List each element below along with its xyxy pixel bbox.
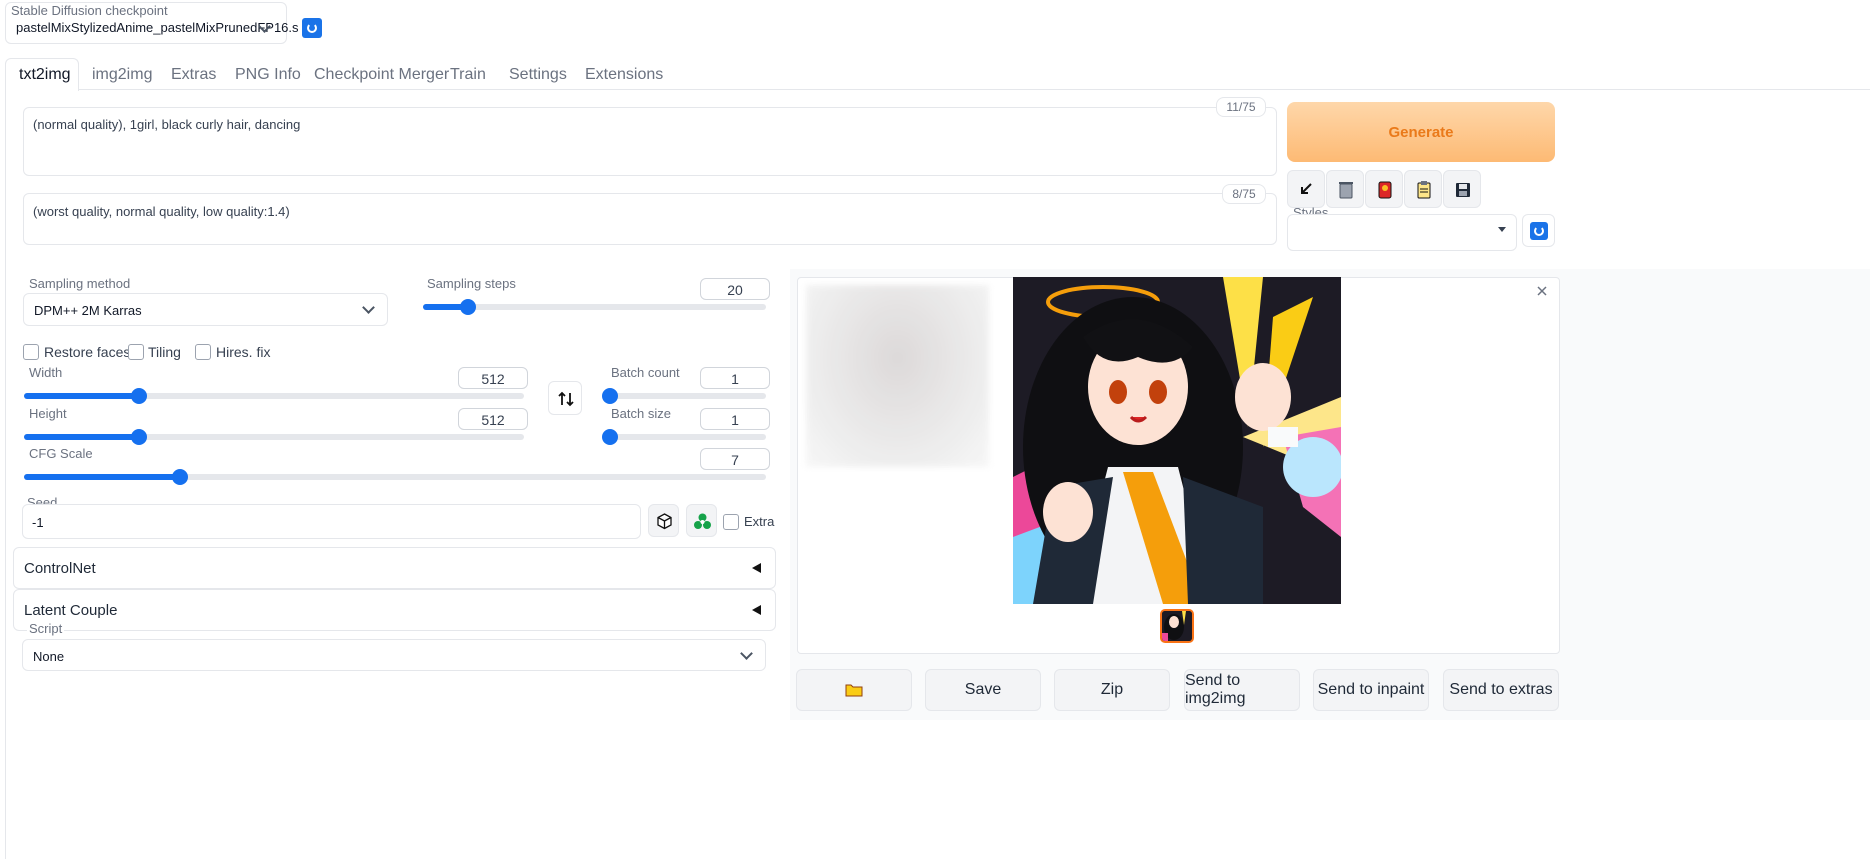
hires-fix-label: Hires. fix bbox=[216, 344, 271, 360]
tab-label-txt2img: txt2img bbox=[19, 66, 71, 83]
width-slider[interactable] bbox=[24, 388, 524, 404]
tab-train[interactable]: Train bbox=[450, 66, 486, 84]
apply-style-button[interactable] bbox=[1404, 170, 1442, 208]
latent-couple-label: Latent Couple bbox=[24, 602, 118, 619]
collapse-triangle-icon bbox=[752, 563, 761, 573]
swap-dimensions-button[interactable] bbox=[548, 381, 582, 415]
close-gallery-icon[interactable] bbox=[1534, 283, 1550, 299]
send-to-extras-button[interactable]: Send to extras bbox=[1443, 669, 1559, 711]
red-card-icon bbox=[1378, 181, 1392, 199]
controlnet-label: ControlNet bbox=[24, 560, 96, 577]
styles-dropdown[interactable] bbox=[1287, 214, 1517, 251]
save-button[interactable]: Save bbox=[925, 669, 1041, 711]
caret-down-icon bbox=[1498, 227, 1506, 232]
read-params-button[interactable] bbox=[1287, 170, 1325, 208]
gallery-thumbnail[interactable] bbox=[1160, 609, 1194, 643]
batch-size-input[interactable]: 1 bbox=[700, 408, 770, 430]
tiling-label: Tiling bbox=[148, 344, 181, 360]
refresh-checkpoint-icon[interactable] bbox=[302, 18, 322, 38]
open-folder-button[interactable] bbox=[796, 669, 912, 711]
generate-button[interactable]: Generate bbox=[1287, 102, 1555, 162]
batch-count-label: Batch count bbox=[611, 365, 680, 380]
refresh-styles-icon bbox=[1529, 221, 1548, 240]
folder-icon bbox=[845, 684, 863, 697]
checkpoint-label: Stable Diffusion checkpoint bbox=[11, 3, 168, 18]
collapse-triangle-icon bbox=[752, 605, 761, 615]
tab-panel-border bbox=[5, 90, 6, 859]
refresh-styles-button[interactable] bbox=[1522, 214, 1555, 247]
zip-button[interactable]: Zip bbox=[1054, 669, 1170, 711]
script-value: None bbox=[33, 649, 65, 664]
seed-input[interactable]: -1 bbox=[22, 504, 641, 539]
cfg-scale-input[interactable]: 7 bbox=[700, 448, 770, 470]
controlnet-accordion[interactable]: ControlNet bbox=[13, 547, 776, 589]
tab-img2img[interactable]: img2img bbox=[92, 66, 152, 84]
checkpoint-value: pastelMixStylizedAnime_pastelMixPrunedFP… bbox=[16, 20, 299, 35]
cfg-scale-label: CFG Scale bbox=[29, 446, 93, 461]
batch-size-label: Batch size bbox=[611, 406, 671, 421]
batch-size-slider[interactable] bbox=[602, 429, 766, 445]
seed-value: -1 bbox=[32, 515, 44, 530]
negative-prompt-textarea[interactable]: (worst quality, normal quality, low qual… bbox=[23, 193, 1277, 245]
sampling-method-label: Sampling method bbox=[29, 276, 131, 291]
restore-faces-label: Restore faces bbox=[44, 344, 131, 360]
height-input[interactable]: 512 bbox=[458, 408, 528, 430]
clear-prompt-button[interactable] bbox=[1326, 170, 1364, 208]
dice-icon bbox=[657, 513, 672, 530]
cfg-scale-slider[interactable] bbox=[24, 469, 766, 485]
checkpoint-dropdown[interactable]: pastelMixStylizedAnime_pastelMixPrunedFP… bbox=[11, 19, 299, 39]
tab-extensions[interactable]: Extensions bbox=[585, 66, 663, 84]
width-input[interactable]: 512 bbox=[458, 367, 528, 389]
generate-label: Generate bbox=[1388, 123, 1454, 141]
random-seed-button[interactable] bbox=[648, 504, 679, 537]
sampling-method-dropdown[interactable]: DPM++ 2M Karras bbox=[23, 293, 388, 326]
blurred-preview-image bbox=[806, 285, 989, 467]
tiling-checkbox[interactable] bbox=[128, 344, 144, 360]
seed-extra-checkbox[interactable] bbox=[723, 514, 739, 530]
swap-arrows-icon bbox=[558, 391, 574, 407]
height-slider[interactable] bbox=[24, 429, 524, 445]
sampling-method-value: DPM++ 2M Karras bbox=[34, 303, 142, 318]
tab-settings[interactable]: Settings bbox=[509, 66, 567, 84]
clipboard-icon bbox=[1417, 181, 1431, 199]
extra-networks-button[interactable] bbox=[1365, 170, 1403, 208]
seed-extra-label: Extra bbox=[744, 514, 775, 529]
send-to-img2img-button[interactable]: Send to img2img bbox=[1184, 669, 1300, 711]
tab-extras[interactable]: Extras bbox=[171, 66, 216, 84]
negative-prompt-text: (worst quality, normal quality, low qual… bbox=[33, 204, 290, 219]
prompt-textarea[interactable]: (normal quality), 1girl, black curly hai… bbox=[23, 107, 1277, 176]
script-dropdown[interactable]: None bbox=[22, 639, 766, 671]
chevron-down-icon bbox=[362, 301, 375, 314]
tab-checkpoint-merger[interactable]: Checkpoint Merger bbox=[314, 66, 449, 84]
chevron-down-icon bbox=[740, 647, 753, 660]
height-label: Height bbox=[29, 406, 67, 421]
anime-girl-artwork bbox=[1013, 277, 1341, 604]
sampling-steps-input[interactable]: 20 bbox=[700, 278, 770, 300]
batch-count-slider[interactable] bbox=[602, 388, 766, 404]
negative-token-counter: 8/75 bbox=[1222, 184, 1266, 204]
restore-faces-checkbox[interactable] bbox=[23, 344, 39, 360]
send-to-inpaint-button[interactable]: Send to inpaint bbox=[1313, 669, 1429, 711]
save-style-button[interactable] bbox=[1443, 170, 1481, 208]
latent-couple-accordion[interactable]: Latent Couple bbox=[13, 589, 776, 631]
hires-fix-checkbox[interactable] bbox=[195, 344, 211, 360]
generated-image[interactable] bbox=[1013, 277, 1341, 604]
batch-count-input[interactable]: 1 bbox=[700, 367, 770, 389]
sampling-steps-slider[interactable] bbox=[423, 299, 766, 315]
floppy-disk-icon bbox=[1456, 183, 1470, 197]
width-label: Width bbox=[29, 365, 63, 380]
trash-icon bbox=[1339, 182, 1353, 199]
prompt-token-counter: 11/75 bbox=[1216, 97, 1266, 117]
script-label: Script bbox=[27, 621, 65, 636]
thumbnail-image bbox=[1162, 611, 1192, 641]
arrow-down-left-icon bbox=[1301, 183, 1312, 194]
tab-png-info[interactable]: PNG Info bbox=[235, 66, 301, 84]
reuse-seed-button[interactable] bbox=[686, 504, 717, 537]
recycle-icon bbox=[694, 513, 711, 529]
sampling-steps-label: Sampling steps bbox=[427, 276, 516, 291]
tabs-underline bbox=[5, 89, 1870, 90]
prompt-text: (normal quality), 1girl, black curly hai… bbox=[33, 117, 301, 132]
